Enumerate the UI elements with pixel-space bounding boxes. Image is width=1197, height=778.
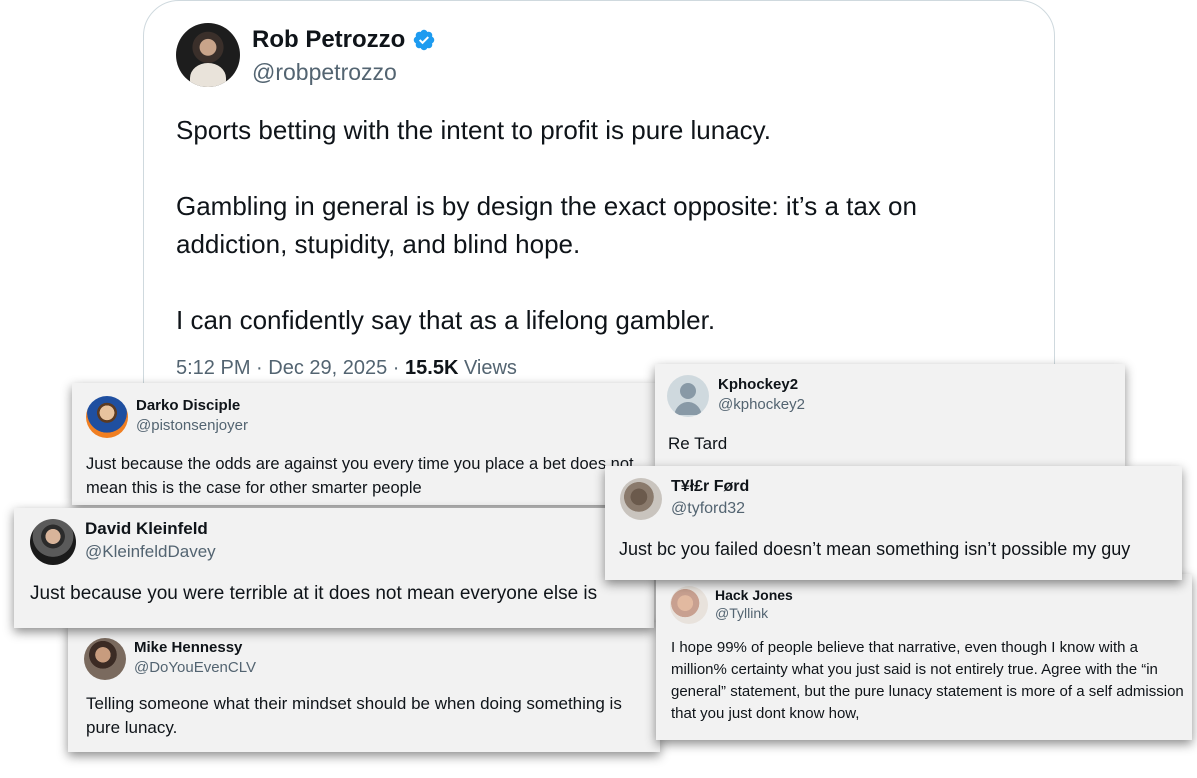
reply-handle[interactable]: @KleinfeldDavey	[85, 542, 216, 562]
reply-handle[interactable]: @Tyllink	[715, 605, 768, 621]
views-count: 15.5K	[405, 357, 459, 379]
tweet-paragraph: I can confidently say that as a lifelong…	[176, 305, 716, 335]
reply-card-david: David Kleinfeld @KleinfeldDavey Just bec…	[14, 508, 654, 628]
reply-text: Re Tard	[668, 434, 728, 453]
verified-badge-icon	[413, 29, 435, 51]
reply-handle[interactable]: @tyford32	[671, 500, 745, 518]
tweet-paragraph: Sports betting with the intent to profit…	[176, 115, 771, 145]
reply-name[interactable]: David Kleinfeld	[85, 519, 208, 539]
author-avatar[interactable]	[176, 23, 240, 87]
tweet-meta: 5:12 PM · Dec 29, 2025 · 15.5K Views	[176, 354, 517, 382]
default-avatar-icon[interactable]	[667, 375, 709, 417]
author-name[interactable]: Rob Petrozzo	[252, 25, 405, 55]
tweet-text: Sports betting with the intent to profit…	[176, 111, 1016, 339]
reply-avatar[interactable]	[670, 586, 708, 624]
views-label: Views	[458, 357, 517, 379]
reply-card-darko: Darko Disciple @pistonsenjoyer Just beca…	[72, 383, 668, 505]
reply-card-mike: Mike Hennessy @DoYouEvenCLV Telling some…	[68, 622, 660, 752]
reply-text: Telling someone what their mindset shoul…	[86, 694, 622, 737]
reply-avatar[interactable]	[84, 638, 126, 680]
reply-name[interactable]: Kphockey2	[718, 376, 798, 393]
tweet-paragraph: Gambling in general is by design the exa…	[176, 191, 917, 259]
reply-handle[interactable]: @DoYouEvenCLV	[134, 659, 256, 676]
reply-text: I hope 99% of people believe that narrat…	[671, 639, 1184, 722]
reply-avatar[interactable]	[86, 396, 128, 438]
reply-text: Just because you were terrible at it doe…	[30, 583, 598, 604]
author-handle[interactable]: @robpetrozzo	[252, 57, 397, 87]
reply-handle[interactable]: @kphockey2	[718, 396, 805, 413]
reply-name[interactable]: Darko Disciple	[136, 397, 240, 414]
reply-name[interactable]: T¥ł£r Førd	[671, 478, 749, 496]
reply-handle[interactable]: @pistonsenjoyer	[136, 417, 248, 434]
reply-card-hack: Hack Jones @Tyllink I hope 99% of people…	[656, 574, 1192, 740]
reply-card-kphockey: Kphockey2 @kphockey2 Re Tard	[655, 364, 1125, 466]
tweet-timestamp[interactable]: 5:12 PM · Dec 29, 2025 ·	[176, 357, 405, 379]
reply-name[interactable]: Hack Jones	[715, 587, 793, 603]
reply-text: Just because the odds are against you ev…	[86, 455, 634, 497]
reply-avatar[interactable]	[620, 478, 662, 520]
reply-card-tyler: T¥ł£r Førd @tyford32 Just bc you failed …	[605, 466, 1182, 580]
reply-avatar[interactable]	[30, 519, 76, 565]
reply-name[interactable]: Mike Hennessy	[134, 639, 242, 656]
reply-text: Just bc you failed doesn’t mean somethin…	[619, 539, 1131, 559]
